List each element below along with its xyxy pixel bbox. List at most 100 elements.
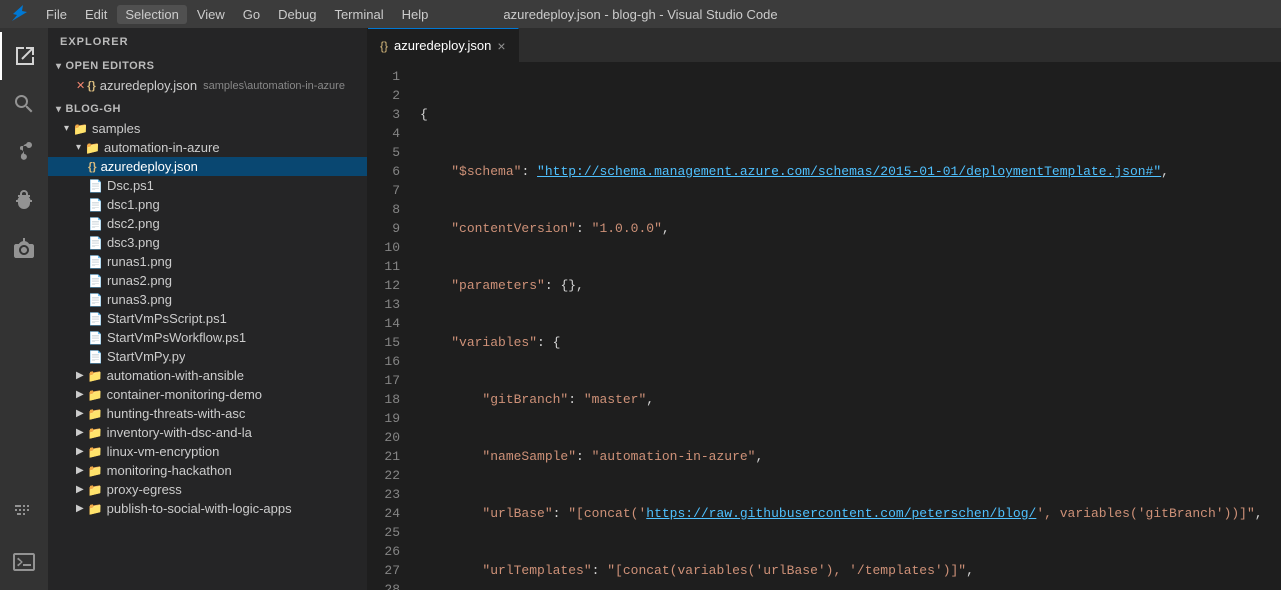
file-runas3-png[interactable]: 📄 runas3.png [48,290,367,309]
dsc1-png-label: dsc1.png [107,197,160,212]
open-editors-section: ▾ OPEN EDITORS ✕ {} azuredeploy.json sam… [48,56,367,99]
folder-publish[interactable]: ▶ 📁 publish-to-social-with-logic-apps [48,499,367,518]
folder-monitoring-label: monitoring-hackathon [107,463,232,478]
folder-automation-in-azure[interactable]: ▾ 📁 automation-in-azure [48,138,367,157]
folder-samples-label: samples [92,121,140,136]
folder-publish-icon: 📁 [88,502,103,516]
line-num-24: 24 [380,504,400,523]
line-num-13: 13 [380,295,400,314]
startvm-ps-label: StartVmPsScript.ps1 [107,311,227,326]
code-editor[interactable]: 1 2 3 4 5 6 7 8 9 10 11 12 13 14 15 16 1… [368,63,1281,590]
debug-activity-item[interactable] [0,176,48,224]
folder-linux-label: linux-vm-encryption [107,444,220,459]
line-num-12: 12 [380,276,400,295]
open-editor-filename: azuredeploy.json [100,78,197,93]
azuredeploy-label: azuredeploy.json [101,159,198,174]
file-dsc3-png[interactable]: 📄 dsc3.png [48,233,367,252]
folder-proxy-chevron: ▶ [76,484,84,495]
tab-close-button[interactable]: × [497,38,505,54]
ps1-icon: 📄 [88,179,103,193]
extensions-activity-item[interactable] [0,224,48,272]
menu-edit[interactable]: Edit [77,5,115,24]
folder-samples-chevron: ▾ [64,123,69,134]
folder-ansible[interactable]: ▶ 📁 automation-with-ansible [48,366,367,385]
file-startvm-ps-script[interactable]: 📄 StartVmPsScript.ps1 [48,309,367,328]
folder-proxy[interactable]: ▶ 📁 proxy-egress [48,480,367,499]
menu-view[interactable]: View [189,5,233,24]
explorer-activity-item[interactable] [0,32,48,80]
folder-ansible-chevron: ▶ [76,370,84,381]
menu-terminal[interactable]: Terminal [326,5,391,24]
file-dsc2-png[interactable]: 📄 dsc2.png [48,214,367,233]
line-num-11: 11 [380,257,400,276]
folder-monitoring-chevron: ▶ [76,465,84,476]
file-azuredeploy-json[interactable]: {} azuredeploy.json [48,157,367,176]
folder-container-icon: 📁 [88,388,103,402]
code-line-1: { [416,105,1281,124]
dirty-indicator: ✕ [76,79,85,92]
blog-gh-header[interactable]: ▾ BLOG-GH [48,99,367,119]
ps1-icon-3: 📄 [88,331,103,345]
line-num-21: 21 [380,447,400,466]
file-dsc1-png[interactable]: 📄 dsc1.png [48,195,367,214]
line-num-20: 20 [380,428,400,447]
file-runas2-png[interactable]: 📄 runas2.png [48,271,367,290]
menu-help[interactable]: Help [394,5,437,24]
menu-file[interactable]: File [38,5,75,24]
open-editor-item-azuredeploy[interactable]: ✕ {} azuredeploy.json samples\automation… [48,76,367,95]
png-icon-1: 📄 [88,198,103,212]
folder-inventory[interactable]: ▶ 📁 inventory-with-dsc-and-la [48,423,367,442]
folder-linux-icon: 📁 [88,445,103,459]
folder-publish-label: publish-to-social-with-logic-apps [107,501,292,516]
png-icon-5: 📄 [88,274,103,288]
window-title: azuredeploy.json - blog-gh - Visual Stud… [503,7,777,22]
file-startvm-py[interactable]: 📄 StartVmPy.py [48,347,367,366]
file-dsc-ps1[interactable]: 📄 Dsc.ps1 [48,176,367,195]
folder-inventory-label: inventory-with-dsc-and-la [107,425,252,440]
folder-monitoring-icon: 📁 [88,464,103,478]
search-activity-item[interactable] [0,80,48,128]
png-icon-2: 📄 [88,217,103,231]
menu-debug[interactable]: Debug [270,5,324,24]
terminal-activity-item[interactable] [0,538,48,586]
tab-azuredeploy[interactable]: {} azuredeploy.json × [368,28,519,62]
startvm-wf-label: StartVmPsWorkflow.ps1 [107,330,246,345]
code-content[interactable]: { "$schema": "http://schema.management.a… [408,63,1281,590]
file-startvm-ps-workflow[interactable]: 📄 StartVmPsWorkflow.ps1 [48,328,367,347]
blog-gh-label: BLOG-GH [66,103,121,115]
app-logo [10,3,30,26]
menu-selection[interactable]: Selection [117,5,186,24]
docker-activity-item[interactable] [0,486,48,534]
line-num-3: 3 [380,105,400,124]
dsc3-png-label: dsc3.png [107,235,160,250]
folder-hunting-label: hunting-threats-with-asc [107,406,246,421]
tab-json-icon: {} [380,39,388,53]
startvm-py-label: StartVmPy.py [107,349,186,364]
menu-go[interactable]: Go [235,5,268,24]
code-line-9: "urlTemplates": "[concat(variables('urlB… [416,561,1281,580]
folder-samples[interactable]: ▾ 📁 samples [48,119,367,138]
file-runas1-png[interactable]: 📄 runas1.png [48,252,367,271]
png-icon-3: 📄 [88,236,103,250]
json-file-icon: {} [87,80,96,92]
runas2-png-label: runas2.png [107,273,172,288]
open-editors-header[interactable]: ▾ OPEN EDITORS [48,56,367,76]
folder-linux[interactable]: ▶ 📁 linux-vm-encryption [48,442,367,461]
png-icon-6: 📄 [88,293,103,307]
png-icon-4: 📄 [88,255,103,269]
line-num-23: 23 [380,485,400,504]
folder-ansible-icon: 📁 [88,369,103,383]
open-editors-label: OPEN EDITORS [66,60,155,72]
folder-ansible-label: automation-with-ansible [107,368,244,383]
ps1-icon-2: 📄 [88,312,103,326]
line-num-8: 8 [380,200,400,219]
line-num-4: 4 [380,124,400,143]
source-control-activity-item[interactable] [0,128,48,176]
code-line-5: "variables": { [416,333,1281,352]
line-num-1: 1 [380,67,400,86]
line-num-17: 17 [380,371,400,390]
folder-monitoring[interactable]: ▶ 📁 monitoring-hackathon [48,461,367,480]
folder-container[interactable]: ▶ 📁 container-monitoring-demo [48,385,367,404]
folder-inventory-icon: 📁 [88,426,103,440]
folder-hunting[interactable]: ▶ 📁 hunting-threats-with-asc [48,404,367,423]
